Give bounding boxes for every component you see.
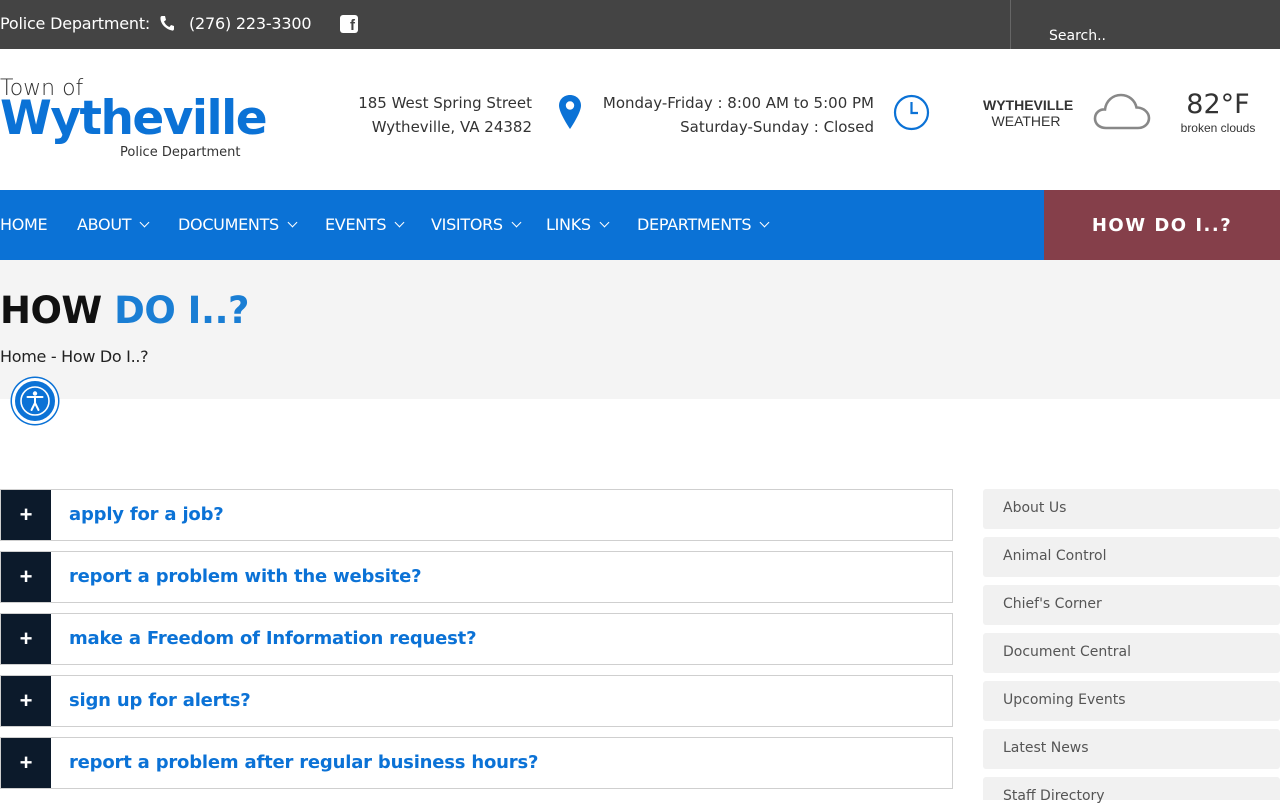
facebook-icon[interactable]: f — [340, 15, 358, 33]
weather-city: WYTHEVILLE — [983, 97, 1074, 113]
sidebar-item-label: Staff Directory — [1003, 788, 1105, 804]
department-label: Police Department: — [0, 14, 151, 33]
breadcrumb[interactable]: Home - How Do I..? — [0, 347, 149, 366]
search-area — [1010, 0, 1280, 49]
site-header: Town of Wytheville Police Department 185… — [0, 49, 1280, 190]
faq-question[interactable]: sign up for alerts? — [69, 690, 251, 711]
plus-icon[interactable]: + — [1, 738, 51, 788]
nav-item-visitors[interactable]: VISITORS — [431, 215, 522, 234]
sidebar-item-upcoming-events[interactable]: Upcoming Events — [983, 681, 1280, 721]
address-line-1: 185 West Spring Street — [358, 94, 532, 112]
nav-item-about[interactable]: ABOUT — [77, 215, 150, 234]
sidebar-item-latest-news[interactable]: Latest News — [983, 729, 1280, 769]
chevron-down-icon — [139, 217, 150, 228]
top-bar: Police Department: (276) 223-3300 f — [0, 0, 1280, 49]
logo-name: Wytheville — [0, 91, 268, 146]
sidebar-item-document-central[interactable]: Document Central — [983, 633, 1280, 673]
nav-item-departments[interactable]: DEPARTMENTS — [637, 215, 770, 234]
phone-number-link[interactable]: (276) 223-3300 — [189, 14, 312, 33]
nav-item-label: EVENTS — [325, 215, 387, 234]
address-block: 185 West Spring Street Wytheville, VA 24… — [358, 91, 532, 139]
faq-item[interactable]: + report a problem with the website? — [0, 551, 953, 603]
faq-question[interactable]: apply for a job? — [69, 504, 224, 525]
faq-question[interactable]: report a problem after regular business … — [69, 752, 538, 773]
nav-item-events[interactable]: EVENTS — [325, 215, 405, 234]
nav-item-documents[interactable]: DOCUMENTS — [178, 215, 298, 234]
weather-title: WEATHER — [991, 113, 1061, 129]
sidebar-item-label: About Us — [1003, 500, 1067, 516]
main-nav: HOME ABOUT DOCUMENTS EVENTS VISITORS LIN… — [0, 190, 1280, 260]
hours-block: Monday-Friday : 8:00 AM to 5:00 PM Satur… — [603, 91, 874, 139]
nav-item-label: VISITORS — [431, 215, 503, 234]
plus-icon[interactable]: + — [1, 490, 51, 540]
chevron-down-icon — [394, 217, 405, 228]
faq-item[interactable]: + sign up for alerts? — [0, 675, 953, 727]
sidebar-item-label: Animal Control — [1003, 548, 1107, 564]
weather-condition: broken clouds — [1180, 121, 1256, 135]
phone-icon — [160, 16, 174, 31]
logo-subtitle: Police Department — [120, 145, 241, 160]
cloud-icon — [1093, 93, 1151, 130]
page-title-accent: DO I..? — [114, 289, 250, 332]
sidebar-item-label: Latest News — [1003, 740, 1089, 756]
nav-item-label: LINKS — [546, 215, 591, 234]
plus-icon[interactable]: + — [1, 552, 51, 602]
chevron-down-icon — [287, 217, 298, 228]
accessibility-icon — [20, 386, 50, 416]
plus-icon[interactable]: + — [1, 614, 51, 664]
plus-icon[interactable]: + — [1, 676, 51, 726]
chevron-down-icon — [511, 217, 522, 228]
sidebar-item-about-us[interactable]: About Us — [983, 489, 1280, 529]
clock-icon — [893, 94, 930, 131]
hours-weekend: Saturday-Sunday : Closed — [680, 118, 874, 136]
sidebar-item-label: Chief's Corner — [1003, 596, 1102, 612]
nav-item-label: HOME — [0, 215, 48, 234]
site-logo[interactable]: Town of Wytheville Police Department — [0, 73, 268, 163]
address-line-2: Wytheville, VA 24382 — [371, 118, 532, 136]
faq-question[interactable]: report a problem with the website? — [69, 566, 422, 587]
nav-item-label: DOCUMENTS — [178, 215, 279, 234]
nav-item-home[interactable]: HOME — [0, 215, 48, 234]
search-input[interactable] — [1049, 25, 1269, 47]
faq-question[interactable]: make a Freedom of Information request? — [69, 628, 477, 649]
map-pin-icon — [559, 95, 581, 129]
page-title-main: HOW — [0, 289, 102, 332]
how-do-i-button[interactable]: HOW DO I..? — [1044, 190, 1280, 260]
faq-item[interactable]: + make a Freedom of Information request? — [0, 613, 953, 665]
nav-item-links[interactable]: LINKS — [546, 215, 610, 234]
chevron-down-icon — [599, 217, 610, 228]
weather-temperature: 82°F — [1186, 89, 1250, 120]
sidebar-item-label: Document Central — [1003, 644, 1131, 660]
chevron-down-icon — [759, 217, 770, 228]
faq-item[interactable]: + apply for a job? — [0, 489, 953, 541]
page-title: HOW DO I..? — [0, 289, 250, 332]
nav-item-label: DEPARTMENTS — [637, 215, 752, 234]
nav-item-label: ABOUT — [77, 215, 132, 234]
sidebar-item-label: Upcoming Events — [1003, 692, 1126, 708]
faq-item[interactable]: + report a problem after regular busines… — [0, 737, 953, 789]
page-header-band: HOW DO I..? Home - How Do I..? — [0, 260, 1280, 399]
sidebar-item-animal-control[interactable]: Animal Control — [983, 537, 1280, 577]
hours-weekday: Monday-Friday : 8:00 AM to 5:00 PM — [602, 94, 874, 112]
sidebar-item-chiefs-corner[interactable]: Chief's Corner — [983, 585, 1280, 625]
accessibility-button[interactable] — [12, 378, 58, 424]
weather-label: WYTHEVILLE WEATHER — [983, 97, 1074, 129]
sidebar-item-staff-directory[interactable]: Staff Directory — [983, 777, 1280, 804]
